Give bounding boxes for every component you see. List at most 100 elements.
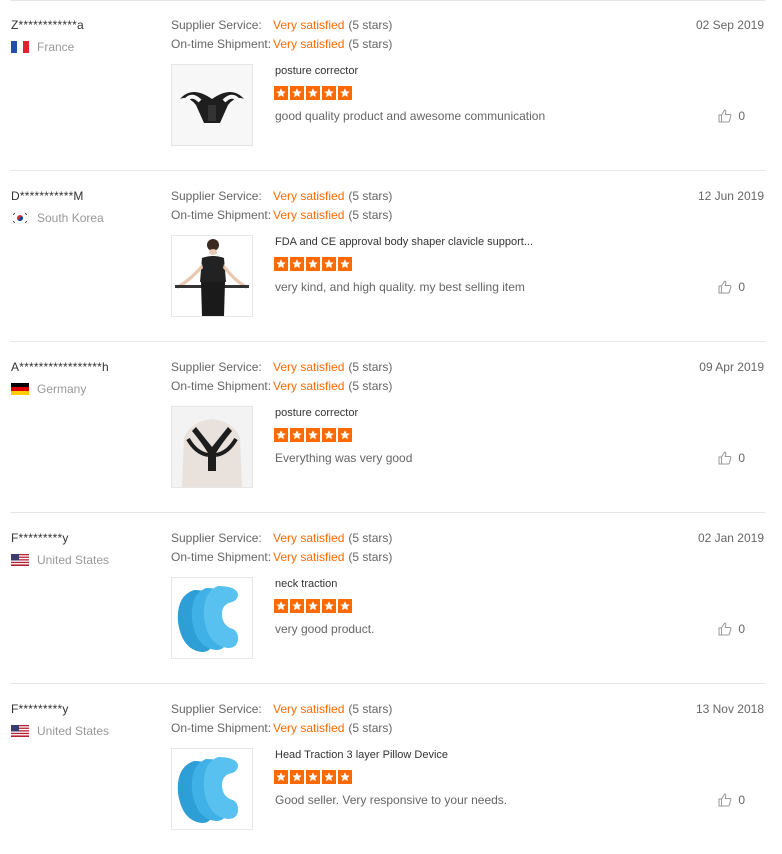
supplier-service-stars: (5 stars) — [348, 189, 393, 203]
review-date: 12 Jun 2019 — [697, 189, 764, 203]
posture-corrector-back-image[interactable] — [171, 406, 253, 488]
star-icon — [290, 770, 304, 784]
star-icon — [306, 257, 320, 271]
buyer-name: Z************a — [11, 18, 84, 32]
star-icon — [274, 428, 288, 442]
shipment-value: Very satisfied — [273, 379, 345, 393]
south-korea-flag-icon — [11, 212, 29, 224]
thumbs-up-icon — [718, 280, 732, 294]
supplier-service-stars: (5 stars) — [348, 531, 393, 545]
buyer-country: France — [11, 40, 74, 54]
country-name: United States — [37, 724, 110, 738]
supplier-service-value: Very satisfied — [273, 531, 345, 545]
star-rating — [274, 257, 352, 271]
country-name: Germany — [37, 382, 87, 396]
usa-flag-icon — [11, 725, 29, 737]
buyer-name: F*********y — [11, 531, 69, 545]
helpful-button[interactable]: 0 — [718, 280, 745, 294]
review-item: Z************a France Supplier Service: V… — [10, 0, 765, 171]
product-name[interactable]: FDA and CE approval body shaper clavicle… — [275, 236, 533, 248]
usa-flag-icon — [11, 554, 29, 566]
star-icon — [306, 770, 320, 784]
review-item: D***********M South Korea Supplier Servi… — [10, 171, 765, 342]
posture-corrector-image[interactable] — [171, 64, 253, 146]
product-name[interactable]: posture corrector — [275, 407, 358, 419]
buyer-country: Germany — [11, 382, 86, 396]
helpful-button[interactable]: 0 — [718, 451, 745, 465]
supplier-service-label: Supplier Service: — [171, 360, 262, 374]
helpful-count: 0 — [738, 622, 745, 636]
body-shaper-image[interactable] — [171, 235, 253, 317]
star-icon — [322, 770, 336, 784]
star-icon — [322, 86, 336, 100]
shipment-value: Very satisfied — [273, 208, 345, 222]
shipment-value: Very satisfied — [273, 37, 345, 51]
buyer-name: A*****************h — [11, 360, 109, 374]
helpful-button[interactable]: 0 — [718, 793, 745, 807]
star-icon — [338, 86, 352, 100]
supplier-service-value: Very satisfied — [273, 18, 345, 32]
shipment-stars: (5 stars) — [348, 550, 393, 564]
review-comment: very good product. — [275, 622, 375, 636]
buyer-name: F*********y — [11, 702, 69, 716]
shipment-value: Very satisfied — [273, 550, 345, 564]
star-icon — [306, 86, 320, 100]
neck-pillow-image[interactable] — [171, 577, 253, 659]
review-item: A*****************h Germany Supplier Ser… — [10, 342, 765, 513]
star-icon — [338, 428, 352, 442]
product-name[interactable]: posture corrector — [275, 65, 358, 77]
supplier-service-label: Supplier Service: — [171, 18, 262, 32]
star-icon — [274, 257, 288, 271]
shipment-label: On-time Shipment: — [171, 550, 272, 564]
star-rating — [274, 770, 352, 784]
star-icon — [290, 428, 304, 442]
thumbs-up-icon — [718, 109, 732, 123]
star-icon — [322, 257, 336, 271]
helpful-button[interactable]: 0 — [718, 622, 745, 636]
buyer-country: United States — [11, 724, 109, 738]
buyer-name: D***********M — [11, 189, 84, 203]
star-icon — [338, 257, 352, 271]
supplier-service-value: Very satisfied — [273, 360, 345, 374]
supplier-service-label: Supplier Service: — [171, 702, 262, 716]
review-date: 09 Apr 2019 — [699, 360, 764, 374]
product-name[interactable]: Head Traction 3 layer Pillow Device — [275, 749, 448, 761]
star-icon — [290, 257, 304, 271]
shipment-stars: (5 stars) — [348, 379, 393, 393]
neck-pillow-image[interactable] — [171, 748, 253, 830]
helpful-count: 0 — [738, 109, 745, 123]
star-rating — [274, 86, 352, 100]
shipment-rating: On-time Shipment: Very satisfied (5 stars) — [171, 721, 392, 735]
germany-flag-icon — [11, 383, 29, 395]
supplier-service-stars: (5 stars) — [348, 360, 393, 374]
buyer-country: United States — [11, 553, 109, 567]
star-rating — [274, 428, 352, 442]
helpful-count: 0 — [738, 793, 745, 807]
product-name[interactable]: neck traction — [275, 578, 337, 590]
country-name: South Korea — [37, 211, 104, 225]
review-date: 02 Jan 2019 — [697, 531, 764, 545]
helpful-button[interactable]: 0 — [718, 109, 745, 123]
thumbs-up-icon — [718, 793, 732, 807]
star-icon — [274, 86, 288, 100]
supplier-service-value: Very satisfied — [273, 189, 345, 203]
shipment-rating: On-time Shipment: Very satisfied (5 stars) — [171, 379, 392, 393]
review-comment: very kind, and high quality. my best sel… — [275, 280, 525, 294]
review-item: F*********y United States Supplier Servi… — [10, 684, 765, 854]
helpful-count: 0 — [738, 451, 745, 465]
supplier-service-stars: (5 stars) — [348, 702, 393, 716]
supplier-service-rating: Supplier Service: Very satisfied (5 stars) — [171, 702, 392, 716]
review-comment: Everything was very good — [275, 451, 413, 465]
star-icon — [306, 599, 320, 613]
shipment-rating: On-time Shipment: Very satisfied (5 stars) — [171, 208, 392, 222]
star-icon — [322, 428, 336, 442]
star-icon — [338, 599, 352, 613]
shipment-stars: (5 stars) — [348, 721, 393, 735]
thumbs-up-icon — [718, 451, 732, 465]
country-name: United States — [37, 553, 110, 567]
supplier-service-label: Supplier Service: — [171, 531, 262, 545]
shipment-stars: (5 stars) — [348, 208, 393, 222]
shipment-rating: On-time Shipment: Very satisfied (5 stars) — [171, 550, 392, 564]
review-date: 13 Nov 2018 — [695, 702, 764, 716]
shipment-rating: On-time Shipment: Very satisfied (5 stars) — [171, 37, 392, 51]
